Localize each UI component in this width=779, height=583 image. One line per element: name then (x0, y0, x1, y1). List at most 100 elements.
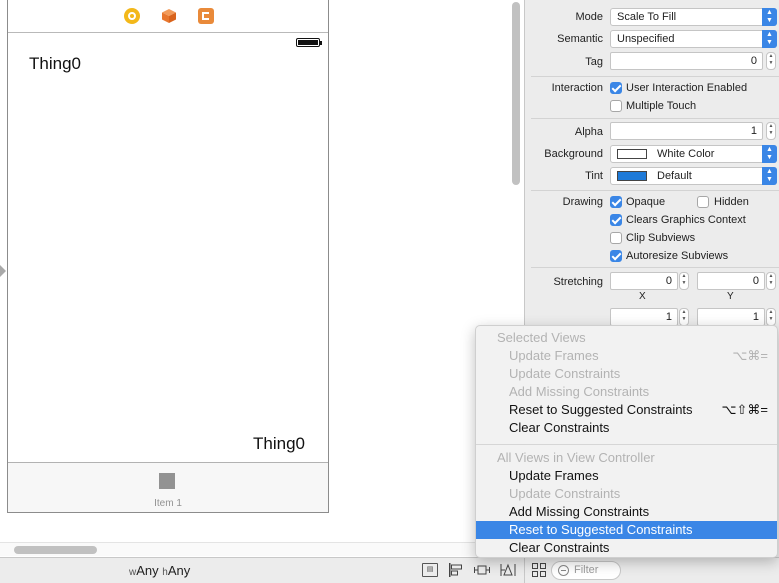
mode-value: Scale To Fill (617, 11, 677, 23)
popup-chevron-icon: ▲ ▼ (762, 145, 777, 163)
alpha-label: Alpha (574, 126, 603, 138)
opaque-label: Opaque (626, 196, 666, 208)
opaque-checkbox[interactable] (610, 196, 622, 208)
menu-item-add-missing-constraints-all[interactable]: Add Missing Constraints (476, 503, 777, 521)
stretching-y-stepper[interactable]: ▲ ▼ (766, 272, 776, 290)
storyboard-canvas[interactable]: Thing0 Thing0 Item 1 (0, 0, 524, 583)
menu-item-label: Update Constraints (509, 486, 621, 501)
alpha-field[interactable]: 1 (610, 122, 763, 140)
separator (531, 267, 779, 268)
stretching-width-stepper[interactable]: ▲ ▼ (679, 308, 689, 326)
menu-separator (476, 444, 777, 445)
tab-item-icon[interactable] (159, 473, 175, 489)
clip-subviews-label: Clip Subviews (626, 232, 696, 244)
separator (531, 76, 779, 77)
menu-item-label: Reset to Suggested Constraints (509, 522, 693, 537)
stretching-x-value: 0 (665, 275, 672, 287)
tag-stepper[interactable]: ▲ ▼ (766, 52, 776, 70)
canvas-vertical-scroll-thumb[interactable] (512, 2, 520, 185)
popup-chevron-icon: ▲ ▼ (762, 167, 777, 185)
clears-graphics-context-checkbox[interactable] (610, 214, 622, 226)
menu-item-update-frames-selected[interactable]: Update Frames ⌥⌘= (476, 347, 777, 365)
clip-subviews-checkbox[interactable] (610, 232, 622, 244)
tab-bar[interactable]: Item 1 (8, 462, 328, 512)
tint-swatch (617, 171, 647, 181)
thing-label-top[interactable]: Thing0 (29, 54, 81, 74)
menu-section-header-selected-views: Selected Views (497, 330, 586, 345)
battery-icon (296, 38, 322, 47)
menu-item-label: Add Missing Constraints (509, 504, 650, 519)
autoresize-subviews-label: Autoresize Subviews (626, 250, 729, 262)
canvas-horizontal-scroll-thumb[interactable] (14, 546, 97, 554)
drawing-label: Drawing (562, 196, 603, 208)
alpha-stepper[interactable]: ▲ ▼ (766, 122, 776, 140)
tab-item-label[interactable]: Item 1 (8, 498, 328, 509)
menu-item-clear-constraints-all[interactable]: Clear Constraints (476, 539, 777, 557)
separator (531, 118, 779, 119)
canvas-horizontal-scrollbar[interactable] (0, 542, 524, 556)
menu-item-label: Clear Constraints (509, 420, 610, 435)
size-class-button[interactable]: wAny hAny (129, 563, 190, 578)
thing-label-bottom[interactable]: Thing0 (253, 434, 305, 454)
multiple-touch-checkbox[interactable] (610, 100, 622, 112)
tint-popup[interactable]: Default ▲ ▼ (610, 167, 777, 185)
menu-item-shortcut: ⌥⇧⌘= (721, 402, 768, 417)
menu-item-label: Update Frames (509, 468, 599, 483)
embed-in-stack-icon[interactable]: ▤ (422, 563, 438, 577)
stretching-x-axis-label: X (639, 291, 646, 302)
pin-icon[interactable] (474, 563, 490, 577)
tint-label: Tint (585, 170, 603, 182)
stretching-height-field[interactable]: 1 (697, 308, 765, 326)
menu-item-reset-suggested-constraints-selected[interactable]: Reset to Suggested Constraints ⌥⇧⌘= (476, 401, 777, 419)
user-interaction-label: User Interaction Enabled (626, 82, 748, 94)
semantic-value: Unspecified (617, 33, 675, 45)
exit-icon[interactable] (198, 8, 214, 24)
menu-item-label: Reset to Suggested Constraints (509, 402, 693, 417)
stretching-y-field[interactable]: 0 (697, 272, 765, 290)
stretching-width-field[interactable]: 1 (610, 308, 678, 326)
stretching-height-value: 1 (752, 311, 759, 323)
filter-icon (558, 565, 569, 576)
stretching-x-stepper[interactable]: ▲ ▼ (679, 272, 689, 290)
user-interaction-checkbox[interactable] (610, 82, 622, 94)
background-popup[interactable]: White Color ▲ ▼ (610, 145, 777, 163)
hidden-label: Hidden (714, 196, 749, 208)
menu-item-label: Add Missing Constraints (509, 384, 650, 399)
menu-section-header-all-views: All Views in View Controller (497, 450, 655, 465)
bottom-bar-divider (524, 558, 525, 583)
background-swatch (617, 149, 647, 159)
view-controller-scene[interactable]: Thing0 Thing0 Item 1 (7, 0, 329, 513)
semantic-popup[interactable]: Unspecified ▲ ▼ (610, 30, 777, 48)
menu-item-add-missing-constraints-selected[interactable]: Add Missing Constraints (476, 383, 777, 401)
hidden-checkbox[interactable] (697, 196, 709, 208)
align-icon[interactable] (448, 563, 464, 577)
filter-placeholder: Filter (574, 564, 599, 576)
scene-dock (8, 0, 328, 33)
separator (531, 190, 779, 191)
menu-item-update-frames-all[interactable]: Update Frames (476, 467, 777, 485)
menu-item-update-constraints-selected[interactable]: Update Constraints (476, 365, 777, 383)
popup-chevron-icon: ▲ ▼ (762, 30, 777, 48)
mode-popup[interactable]: Scale To Fill ▲ ▼ (610, 8, 777, 26)
filter-field[interactable]: Filter (551, 561, 621, 580)
height-class-value: Any (167, 563, 191, 578)
background-value: White Color (657, 148, 715, 160)
menu-item-clear-constraints-selected[interactable]: Clear Constraints (476, 419, 777, 437)
resolve-auto-layout-menu: Selected Views Update Frames ⌥⌘= Update … (475, 325, 778, 558)
clears-graphics-context-label: Clears Graphics Context (626, 214, 746, 226)
menu-item-reset-suggested-constraints-all[interactable]: Reset to Suggested Constraints (476, 521, 777, 539)
canvas-bottom-bar: wAny hAny ▤ Filter (0, 557, 779, 583)
stretching-height-stepper[interactable]: ▲ ▼ (766, 308, 776, 326)
interaction-label: Interaction (551, 82, 603, 94)
first-responder-icon[interactable] (161, 8, 177, 24)
view-controller-icon[interactable] (124, 8, 140, 24)
resolve-auto-layout-icon[interactable] (500, 563, 516, 577)
autoresize-subviews-checkbox[interactable] (610, 250, 622, 262)
menu-item-label: Update Constraints (509, 366, 621, 381)
alpha-value: 1 (750, 125, 757, 137)
stretching-x-field[interactable]: 0 (610, 272, 678, 290)
document-outline-icon[interactable] (531, 563, 547, 577)
multiple-touch-label: Multiple Touch (626, 100, 697, 112)
tag-field[interactable]: 0 (610, 52, 763, 70)
menu-item-update-constraints-all[interactable]: Update Constraints (476, 485, 777, 503)
